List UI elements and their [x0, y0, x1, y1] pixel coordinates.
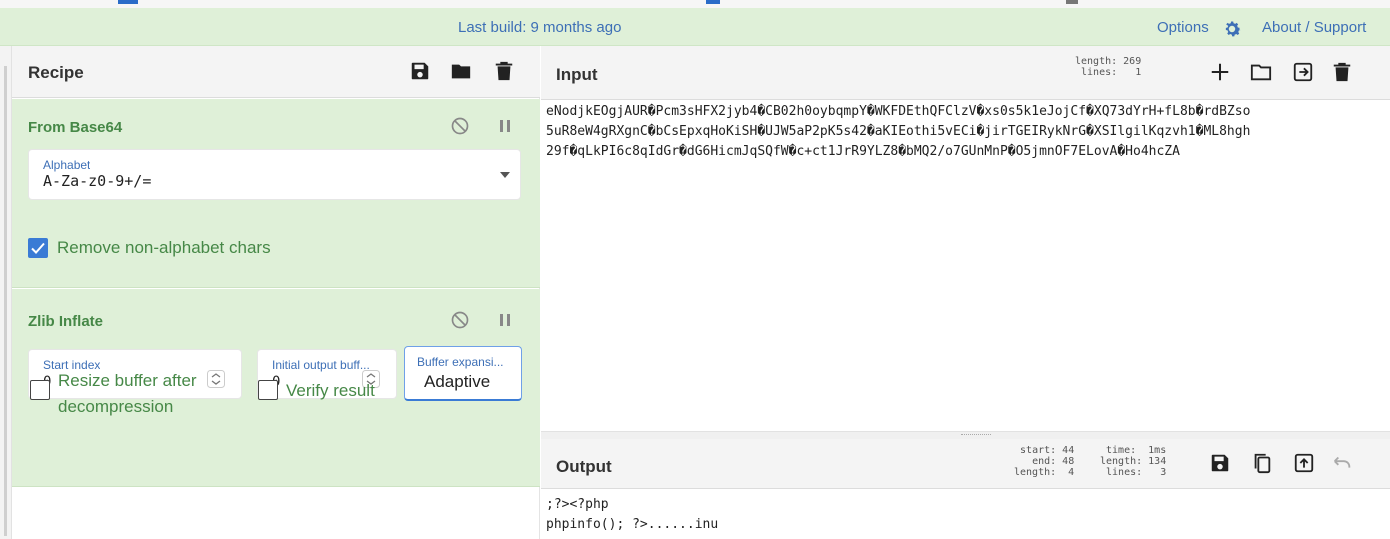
from-base64-operation: From Base64 Alphabet A-Za-z0-9+/= Remove… [12, 99, 540, 288]
input-header: Input length: 269 lines: 1 [541, 46, 1390, 100]
buffer-expansion-label: Buffer expansi... [417, 355, 504, 369]
pause-icon[interactable] [498, 119, 512, 133]
undo-icon[interactable] [1331, 452, 1353, 474]
checkmark-icon [31, 242, 45, 254]
output-line: phpinfo(); ?>......inu [546, 517, 719, 532]
input-line: 29f�qLkPI6c8qIdGr�dG6HicmJqSQfW�c+ct1JrR… [546, 144, 1180, 159]
link-fragment [1066, 0, 1078, 4]
alphabet-value[interactable]: A-Za-z0-9+/= [43, 172, 151, 190]
output-textarea[interactable]: ;?><?php phpinfo(); ?>......inu [546, 495, 718, 535]
top-strip [0, 0, 1390, 8]
options-link[interactable]: Options [1157, 19, 1209, 36]
save-icon[interactable] [1209, 452, 1231, 474]
zlib-inflate-operation: Zlib Inflate Start index 0 Initial outpu… [12, 289, 540, 487]
verify-result-checkbox[interactable] [258, 380, 278, 400]
top-banner: Last build: 9 months ago Options About /… [0, 8, 1390, 46]
plus-icon[interactable] [1209, 61, 1231, 83]
chevron-down-icon[interactable] [500, 172, 510, 178]
pause-icon[interactable] [498, 313, 512, 327]
operations-panel-edge [0, 46, 12, 539]
recipe-panel: Recipe From Base64 Alphabet A-Za-z0-9+/= [12, 46, 540, 539]
output-stats: time: 1ms length: 134 lines: 3 [1100, 445, 1167, 478]
panel-divider[interactable] [4, 66, 7, 536]
buffer-expansion-select[interactable]: Buffer expansi... Adaptive [404, 346, 522, 401]
trash-icon[interactable] [493, 60, 515, 82]
last-build-text: Last build: 9 months ago [458, 19, 622, 36]
copy-icon[interactable] [1251, 452, 1273, 474]
buffer-expansion-value[interactable]: Adaptive [424, 372, 490, 392]
input-title: Input [556, 65, 598, 84]
stepper-icon[interactable] [207, 370, 225, 388]
folder-outline-icon[interactable] [1250, 61, 1272, 83]
link-fragment [706, 0, 720, 4]
alphabet-field[interactable]: Alphabet A-Za-z0-9+/= [28, 149, 521, 200]
about-support-link[interactable]: About / Support [1262, 19, 1366, 36]
folder-icon[interactable] [450, 60, 472, 82]
output-title: Output [556, 457, 612, 476]
save-icon[interactable] [409, 60, 431, 82]
resize-buffer-label-line-1[interactable]: Resize buffer after [58, 369, 197, 392]
recipe-header: Recipe [12, 46, 540, 98]
input-line: 5uR8eW4gRXgnC�bCsEpxqHoKiSH�UJW5aP2pK5s4… [546, 124, 1251, 139]
disable-icon[interactable] [450, 310, 470, 330]
output-selection-stats: start: 44 end: 48 length: 4 [1014, 445, 1075, 478]
remove-non-alphabet-checkbox[interactable] [28, 238, 48, 258]
resize-grip[interactable] [961, 434, 991, 436]
alphabet-label: Alphabet [43, 158, 91, 172]
remove-non-alphabet-label[interactable]: Remove non-alphabet chars [57, 236, 271, 259]
trash-icon[interactable] [1331, 61, 1353, 83]
output-header: Output start: 44 end: 48 length: 4 time:… [541, 439, 1390, 489]
input-line: eNodjkEOgjAUR�Pcm3sHFX2jyb4�CB02h0oybqmp… [546, 104, 1251, 119]
recipe-title: Recipe [28, 63, 84, 82]
disable-icon[interactable] [450, 116, 470, 136]
resize-buffer-label-line-2[interactable]: decompression [58, 395, 173, 418]
operation-title: Zlib Inflate [28, 313, 103, 330]
verify-result-label[interactable]: Verify result [286, 379, 375, 402]
gear-icon[interactable] [1221, 18, 1243, 40]
output-line: ;?><?php [546, 497, 609, 512]
input-output-resizer[interactable] [541, 431, 1390, 439]
link-fragment [118, 0, 138, 4]
resize-buffer-checkbox[interactable] [30, 380, 50, 400]
replace-input-icon[interactable] [1293, 452, 1315, 474]
open-file-icon[interactable] [1292, 61, 1314, 83]
input-textarea[interactable]: eNodjkEOgjAUR�Pcm3sHFX2jyb4�CB02h0oybqmp… [546, 102, 1386, 162]
input-stats: length: 269 lines: 1 [1075, 56, 1142, 78]
operation-title: From Base64 [28, 119, 123, 136]
